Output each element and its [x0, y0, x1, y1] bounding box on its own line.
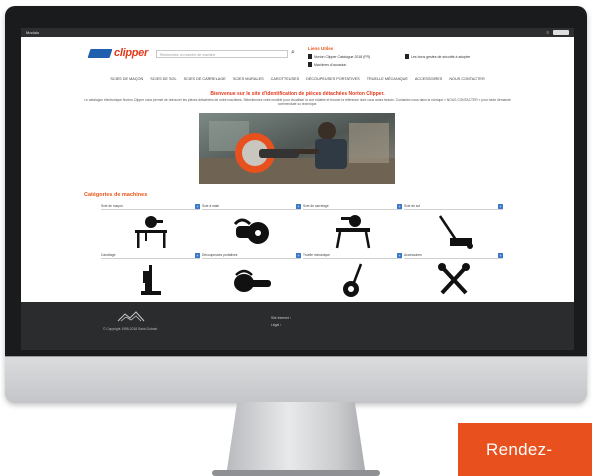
category-card-power-trowel[interactable]: Truelle mécanique + [303, 252, 402, 299]
category-bar: Truelle mécanique + [303, 252, 402, 259]
category-card-masonry-saw[interactable]: Scie de maçon + [101, 203, 200, 250]
norton-clipper-logo[interactable]: clipper [87, 47, 148, 59]
category-bar: Scie de maçon + [101, 203, 200, 210]
os-bar-label: Modulo [26, 30, 40, 35]
rendez-vous-button[interactable]: Rendez- [458, 423, 592, 476]
site-header: clipper Recherchez un numéro de machine … [21, 37, 574, 77]
category-bar: Scie à main + [202, 203, 301, 210]
quick-link-catalogue[interactable]: Norton Clipper Catalogue 2018 (FR) [308, 54, 370, 59]
hero-image [199, 113, 395, 184]
website-screen: Modulo ≡ clipper Recherchez un numéro de… [21, 28, 574, 350]
category-label: Truelle mécanique [303, 253, 330, 257]
category-label: Carottage [101, 253, 116, 257]
category-card-core-drill[interactable]: Carottage + [101, 252, 200, 299]
category-card-chainsaw[interactable]: Découpeuses portatives + [202, 252, 301, 299]
nav-item-tile-saws[interactable]: SCIES DE CARRELAGE [184, 77, 226, 81]
nav-item-wall-saws[interactable]: SCIES MURALES [233, 77, 264, 81]
category-card-cut-off-saw[interactable]: Scie à main + [202, 203, 301, 250]
nav-item-floor-saws[interactable]: SCIES DE SOL [150, 77, 176, 81]
expand-icon[interactable]: + [296, 252, 301, 258]
quick-link-used-machines[interactable]: Machines d'occasion [308, 62, 346, 67]
document-icon [308, 62, 312, 67]
main-nav: SCIES DE MAÇON SCIES DE SOL SCIES DE CAR… [21, 77, 574, 81]
nav-item-portable-saws[interactable]: DÉCOUPEUSES PORTATIVES [306, 77, 360, 81]
quick-link-safety[interactable]: Les bons gestes de sécurité à adopter [405, 54, 470, 59]
nav-item-accessories[interactable]: ACCESSOIRES [415, 77, 442, 81]
saint-gobain-logo [117, 311, 145, 322]
category-bar: Découpeuses portatives + [202, 252, 301, 259]
os-top-bar: Modulo ≡ [21, 28, 574, 37]
floor-saw-icon [438, 215, 473, 249]
chainsaw-icon [234, 269, 271, 292]
category-bar: Scie de carrelage + [303, 203, 402, 210]
search-icon[interactable]: ⌕ [291, 49, 295, 57]
category-label: Scie de sol [404, 204, 421, 208]
category-label: Découpeuses portatives [202, 253, 238, 257]
cut-off-saw-icon [233, 218, 269, 244]
document-icon [405, 54, 409, 59]
brand-name: clipper [114, 47, 148, 59]
copyright-text: © Copyright 1998-2018 Saint-Gobain [103, 327, 158, 331]
nav-item-core-drills[interactable]: CAROTTEUSES [271, 77, 299, 81]
expand-icon[interactable]: + [296, 203, 301, 209]
quick-links-title: Liens Utiles [308, 46, 334, 51]
expand-icon[interactable]: + [498, 252, 503, 258]
footer-link-legal[interactable]: Légal › [271, 323, 281, 327]
tools-icon [438, 263, 470, 295]
category-label: Scie à main [202, 204, 220, 208]
nav-item-masonry-saws[interactable]: SCIES DE MAÇON [110, 77, 143, 81]
nav-item-contact[interactable]: NOUS CONTACTER [449, 77, 484, 81]
category-label: Accessoires [404, 253, 422, 257]
expand-icon[interactable]: + [195, 203, 200, 209]
category-bar: Carottage + [101, 252, 200, 259]
language-select[interactable] [553, 30, 569, 35]
category-bar: Accessoires + [404, 252, 503, 259]
masonry-saw-icon [135, 216, 167, 248]
welcome-heading: Bienvenue sur le site d'identification d… [210, 91, 385, 97]
nav-item-power-trowel[interactable]: TRUELLE MÉCANIQUE [367, 77, 408, 81]
power-trowel-icon [343, 263, 363, 297]
intro-text: Le catalogue électronique Norton Clipper… [84, 98, 511, 107]
category-card-accessories[interactable]: Accessoires + [404, 252, 503, 299]
menu-icon[interactable]: ≡ [547, 30, 549, 35]
site-footer: © Copyright 1998-2018 Saint-Gobain Site … [21, 302, 574, 350]
core-drill-icon [141, 265, 161, 295]
category-label: Scie de maçon [101, 204, 123, 208]
category-card-tile-saw[interactable]: Scie de carrelage + [303, 203, 402, 250]
category-card-floor-saw[interactable]: Scie de sol + [404, 203, 503, 250]
stand-base [212, 470, 380, 476]
footer-link-website[interactable]: Site Internet › [271, 316, 291, 320]
category-bar: Scie de sol + [404, 203, 503, 210]
monitor-stand [226, 402, 366, 476]
expand-icon[interactable]: + [498, 203, 503, 209]
categories-title: Catégories de machines [84, 192, 148, 198]
norton-badge-icon [87, 48, 113, 58]
monitor-chin [5, 356, 587, 403]
expand-icon[interactable]: + [195, 252, 200, 258]
tile-saw-icon [335, 215, 371, 249]
category-label: Scie de carrelage [303, 204, 329, 208]
document-icon [308, 54, 312, 59]
search-input[interactable]: Recherchez un numéro de machine [156, 50, 288, 58]
expand-icon[interactable]: + [397, 203, 402, 209]
expand-icon[interactable]: + [397, 252, 402, 258]
